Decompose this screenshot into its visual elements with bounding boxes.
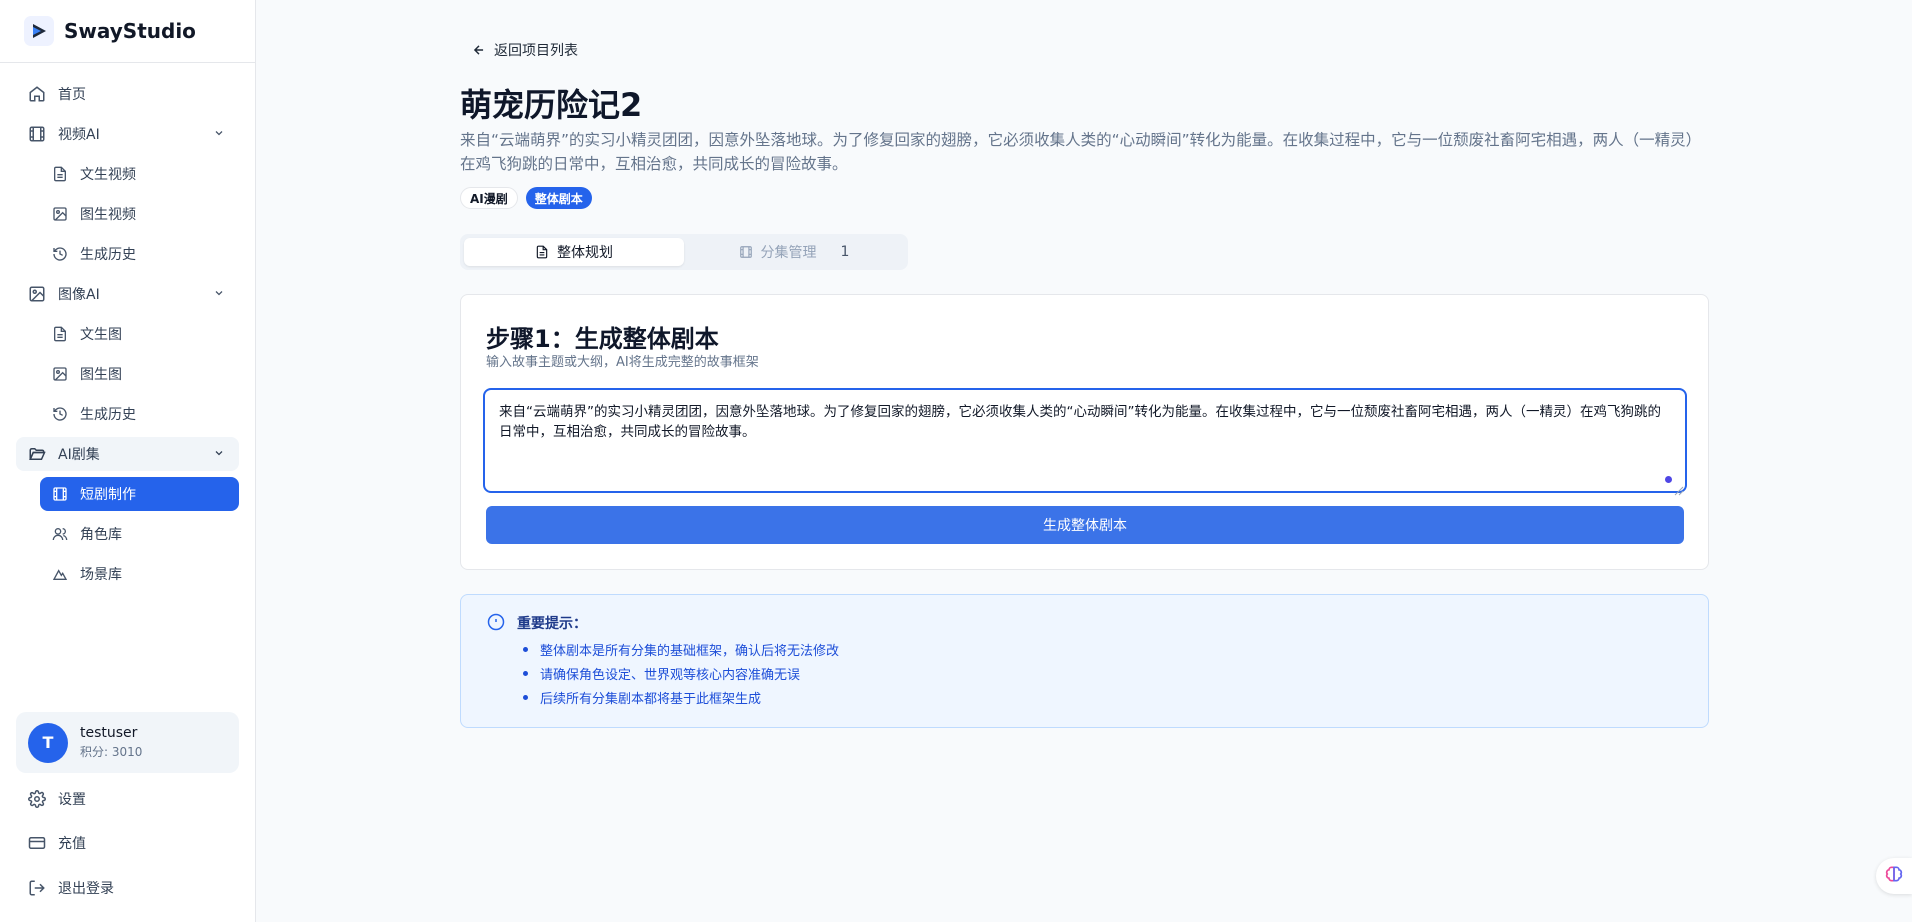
user-name: testuser bbox=[80, 725, 138, 741]
sidebar-item-image-to-video[interactable]: 图生视频 bbox=[40, 197, 239, 231]
tab-episode-management[interactable]: 分集管理 1 bbox=[684, 238, 904, 266]
sidebar-item-label: 图生图 bbox=[80, 367, 122, 383]
resize-handle-icon[interactable] bbox=[1674, 481, 1684, 500]
mountain-icon bbox=[52, 566, 68, 582]
logout-icon bbox=[28, 879, 46, 897]
notice-item-text: 整体剧本是所有分集的基础框架，确认后将无法修改 bbox=[540, 643, 840, 659]
sidebar-item-text-to-video[interactable]: 文生视频 bbox=[40, 157, 239, 191]
assistant-button[interactable] bbox=[1876, 858, 1912, 894]
sidebar-item-label: 文生图 bbox=[80, 327, 122, 343]
info-icon bbox=[487, 613, 505, 635]
step-subtitle: 输入故事主题或大纲，AI将生成完整的故事框架 bbox=[486, 355, 759, 370]
episode-count: 1 bbox=[840, 244, 850, 260]
sidebar-item-label: 图生视频 bbox=[80, 207, 136, 223]
avatar: T bbox=[28, 722, 68, 763]
tab-bar: 整体规划 分集管理 1 bbox=[460, 234, 908, 270]
notice-item: 整体剧本是所有分集的基础框架，确认后将无法修改 bbox=[517, 637, 839, 661]
sidebar-item-video-history[interactable]: 生成历史 bbox=[40, 237, 239, 271]
history-icon bbox=[52, 406, 68, 422]
document-icon bbox=[52, 166, 68, 182]
recharge-button[interactable]: 充值 bbox=[16, 826, 239, 860]
document-icon bbox=[52, 326, 68, 342]
generate-script-button[interactable]: 生成整体剧本 bbox=[486, 506, 1684, 544]
sidebar-item-home[interactable]: 首页 bbox=[16, 77, 239, 111]
notice-title: 重要提示： bbox=[517, 616, 587, 632]
sidebar-item-label: 图像AI bbox=[58, 287, 100, 303]
back-label: 返回项目列表 bbox=[494, 43, 578, 59]
tag-full-script: 整体剧本 bbox=[525, 187, 592, 209]
arrow-left-icon bbox=[472, 43, 486, 57]
step-title: 步骤1：生成整体剧本 bbox=[486, 325, 719, 353]
history-icon bbox=[52, 246, 68, 262]
sidebar-item-label: AI剧集 bbox=[58, 447, 100, 463]
notice-item-text: 后续所有分集剧本都将基于此框架生成 bbox=[540, 691, 762, 707]
logout-label: 退出登录 bbox=[58, 881, 114, 897]
story-outline-input[interactable]: 来自“云端萌界”的实习小精灵团团，因意外坠落地球。为了修复回家的翅膀，它必须收集… bbox=[483, 388, 1687, 493]
sidebar-item-video-ai[interactable]: 视频AI bbox=[16, 117, 239, 151]
tag-ai-comic: AI漫剧 bbox=[460, 187, 518, 209]
chevron-down-icon bbox=[213, 287, 225, 303]
sidebar-item-label: 生成历史 bbox=[80, 407, 136, 423]
step-card: 步骤1：生成整体剧本 输入故事主题或大纲，AI将生成完整的故事框架 来自“云端萌… bbox=[460, 294, 1709, 570]
settings-button[interactable]: 设置 bbox=[16, 782, 239, 816]
sidebar-item-label: 角色库 bbox=[80, 527, 122, 543]
sidebar-item-image-history[interactable]: 生成历史 bbox=[40, 397, 239, 431]
logo-icon bbox=[24, 16, 54, 46]
user-card[interactable]: T testuser 积分: 3010 bbox=[16, 712, 239, 773]
image-icon bbox=[52, 366, 68, 382]
notice-box: 重要提示： 整体剧本是所有分集的基础框架，确认后将无法修改 请确保角色设定、世界… bbox=[460, 594, 1709, 728]
notice-item-text: 请确保角色设定、世界观等核心内容准确无误 bbox=[540, 667, 801, 683]
tab-overall-plan[interactable]: 整体规划 bbox=[464, 238, 684, 266]
sidebar: SwayStudio 首页 视频AI 文生视频 图生视频 生成历史 图像AI 文… bbox=[0, 0, 256, 922]
back-to-projects-link[interactable]: 返回项目列表 bbox=[472, 40, 578, 60]
tab-label: 分集管理 bbox=[760, 245, 817, 261]
page-title: 萌宠历险记2 bbox=[460, 86, 643, 124]
image-icon bbox=[52, 206, 68, 222]
settings-label: 设置 bbox=[58, 792, 86, 808]
sidebar-item-label: 首页 bbox=[58, 87, 86, 103]
sidebar-item-label: 短剧制作 bbox=[80, 487, 136, 503]
sidebar-item-text-to-image[interactable]: 文生图 bbox=[40, 317, 239, 351]
film-icon bbox=[28, 125, 46, 143]
brand-name: SwayStudio bbox=[64, 19, 196, 43]
user-points: 积分: 3010 bbox=[80, 745, 143, 759]
home-icon bbox=[28, 85, 46, 103]
tab-label: 整体规划 bbox=[557, 245, 613, 261]
sidebar-item-label: 文生视频 bbox=[80, 167, 136, 183]
sidebar-item-scenes[interactable]: 场景库 bbox=[40, 557, 239, 591]
brain-icon bbox=[1884, 864, 1904, 888]
sidebar-item-label: 生成历史 bbox=[80, 247, 136, 263]
project-description: 来自“云端萌界”的实习小精灵团团，因意外坠落地球。为了修复回家的翅膀，它必须收集… bbox=[460, 131, 1702, 173]
users-icon bbox=[52, 526, 68, 542]
sidebar-item-short-drama[interactable]: 短剧制作 bbox=[40, 477, 239, 511]
notice-item: 请确保角色设定、世界观等核心内容准确无误 bbox=[517, 661, 839, 685]
film-icon bbox=[52, 486, 68, 502]
recharge-label: 充值 bbox=[58, 836, 86, 852]
sidebar-item-characters[interactable]: 角色库 bbox=[40, 517, 239, 551]
image-icon bbox=[28, 285, 46, 303]
sidebar-item-label: 场景库 bbox=[80, 567, 122, 583]
film-icon bbox=[739, 245, 753, 259]
notice-item: 后续所有分集剧本都将基于此框架生成 bbox=[517, 685, 839, 709]
notice-list: 整体剧本是所有分集的基础框架，确认后将无法修改 请确保角色设定、世界观等核心内容… bbox=[517, 637, 839, 709]
sidebar-item-ai-series[interactable]: AI剧集 bbox=[16, 437, 239, 471]
brand[interactable]: SwayStudio bbox=[0, 0, 255, 63]
gear-icon bbox=[28, 790, 46, 808]
sidebar-item-image-ai[interactable]: 图像AI bbox=[16, 277, 239, 311]
document-icon bbox=[535, 245, 549, 259]
input-status-dot bbox=[1665, 476, 1672, 483]
sidebar-item-image-to-image[interactable]: 图生图 bbox=[40, 357, 239, 391]
credit-card-icon bbox=[28, 834, 46, 852]
folder-open-icon bbox=[28, 445, 46, 463]
sidebar-item-label: 视频AI bbox=[58, 127, 100, 143]
chevron-down-icon bbox=[213, 127, 225, 143]
chevron-down-icon bbox=[213, 447, 225, 463]
sidebar-nav: 首页 视频AI 文生视频 图生视频 生成历史 图像AI 文生图 图生图 生成历史… bbox=[0, 63, 255, 591]
logout-button[interactable]: 退出登录 bbox=[16, 871, 239, 905]
tag-list: AI漫剧 整体剧本 bbox=[460, 187, 600, 209]
